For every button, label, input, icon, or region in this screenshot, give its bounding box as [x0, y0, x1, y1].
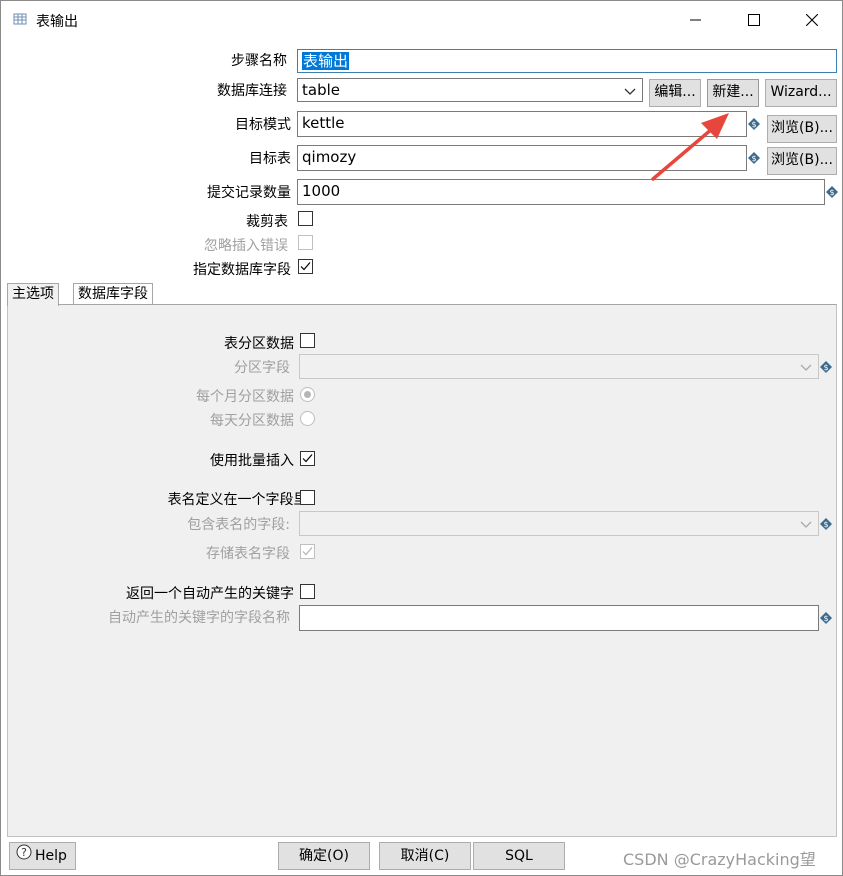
- maximize-button[interactable]: [725, 1, 783, 39]
- target-table-input[interactable]: qimozy: [297, 145, 747, 171]
- checkmark-icon: [302, 547, 313, 556]
- minimize-button[interactable]: [667, 1, 725, 39]
- svg-text:?: ?: [21, 846, 27, 859]
- step-name-input[interactable]: 表输出: [297, 49, 837, 73]
- window-title: 表输出: [36, 14, 78, 30]
- browse-table-button[interactable]: 浏览(B)...: [767, 147, 837, 175]
- connection-label: 数据库连接: [217, 83, 287, 99]
- connection-value: table: [302, 81, 340, 99]
- target-schema-value: kettle: [302, 114, 345, 132]
- svg-text:$: $: [823, 614, 828, 623]
- truncate-checkbox[interactable]: [298, 211, 313, 226]
- key-field-name-label: 自动产生的关键字的字段名称: [108, 610, 290, 626]
- return-key-label: 返回一个自动产生的关键字: [126, 586, 294, 602]
- tab-main-options-label: 主选项: [12, 286, 54, 302]
- connection-select[interactable]: table: [297, 78, 643, 102]
- variable-icon[interactable]: $: [820, 361, 832, 373]
- target-table-value: qimozy: [302, 148, 357, 166]
- return-key-checkbox[interactable]: [300, 584, 315, 599]
- checkmark-icon: [302, 454, 313, 463]
- partition-field-select[interactable]: [299, 354, 819, 379]
- svg-text:$: $: [829, 188, 834, 197]
- truncate-label: 裁剪表: [246, 214, 288, 230]
- store-table-name-label: 存储表名字段: [206, 546, 290, 562]
- ok-button[interactable]: 确定(O): [278, 842, 370, 870]
- variable-icon[interactable]: $: [826, 186, 838, 198]
- minimize-icon: [690, 19, 701, 21]
- variable-icon[interactable]: $: [748, 152, 760, 164]
- new-connection-button[interactable]: 新建...: [707, 79, 759, 107]
- step-name-label: 步骤名称: [231, 53, 287, 69]
- key-field-name-input[interactable]: [299, 605, 819, 631]
- chevron-down-icon[interactable]: [622, 83, 638, 99]
- store-table-name-checkbox[interactable]: [300, 544, 315, 559]
- table-in-field-label: 表名定义在一个字段里?: [167, 492, 315, 508]
- batch-insert-label: 使用批量插入: [210, 453, 294, 469]
- partition-monthly-label: 每个月分区数据: [196, 389, 294, 405]
- close-button[interactable]: [783, 1, 841, 39]
- target-table-label: 目标表: [249, 151, 291, 167]
- table-name-field-label: 包含表名的字段:: [187, 517, 290, 533]
- maximize-icon: [748, 14, 760, 26]
- chevron-down-icon[interactable]: [798, 359, 814, 375]
- help-button[interactable]: ? Help: [9, 842, 76, 870]
- partition-daily-label: 每天分区数据: [210, 413, 294, 429]
- main-options-panel: [7, 304, 837, 837]
- partition-label: 表分区数据: [224, 336, 294, 352]
- table-output-icon: [13, 12, 27, 26]
- target-schema-label: 目标模式: [235, 117, 291, 133]
- commit-size-input[interactable]: 1000: [297, 179, 825, 205]
- close-icon: [806, 14, 818, 26]
- partition-daily-radio[interactable]: [300, 411, 315, 426]
- edit-connection-button[interactable]: 编辑...: [649, 79, 701, 107]
- table-name-field-select[interactable]: [299, 511, 819, 536]
- sql-button[interactable]: SQL: [473, 842, 565, 870]
- help-label: Help: [35, 848, 67, 864]
- chevron-down-icon[interactable]: [798, 516, 814, 532]
- variable-icon[interactable]: $: [820, 518, 832, 530]
- ignore-errors-label: 忽略插入错误: [204, 238, 288, 254]
- batch-insert-checkbox[interactable]: [300, 451, 315, 466]
- cancel-button[interactable]: 取消(C): [379, 842, 471, 870]
- specify-fields-label: 指定数据库字段: [193, 262, 291, 278]
- title-bar: 表输出: [1, 1, 842, 39]
- tab-database-fields[interactable]: 数据库字段: [73, 283, 153, 305]
- ignore-errors-checkbox[interactable]: [298, 235, 313, 250]
- checkmark-icon: [300, 262, 311, 271]
- target-schema-input[interactable]: kettle: [297, 111, 747, 137]
- specify-fields-checkbox[interactable]: [298, 259, 313, 274]
- svg-text:$: $: [823, 363, 828, 372]
- svg-text:$: $: [823, 520, 828, 529]
- svg-text:$: $: [751, 154, 756, 163]
- commit-size-label: 提交记录数量: [207, 185, 291, 201]
- tab-main-options[interactable]: 主选项: [7, 283, 59, 306]
- partition-monthly-radio[interactable]: [300, 387, 315, 402]
- help-icon: ?: [16, 843, 32, 869]
- table-in-field-checkbox[interactable]: [300, 490, 315, 505]
- step-name-value: 表输出: [302, 52, 350, 70]
- watermark-text: CSDN @CrazyHacking望: [623, 850, 816, 869]
- partition-field-label: 分区字段: [234, 360, 290, 376]
- svg-text:$: $: [751, 120, 756, 129]
- wizard-button[interactable]: Wizard...: [765, 79, 837, 107]
- partition-checkbox[interactable]: [300, 333, 315, 348]
- table-output-dialog: 表输出 步骤名称 表输出 数据库连接 table 编辑... 新建... Wiz…: [0, 0, 843, 876]
- tab-database-fields-label: 数据库字段: [78, 286, 148, 302]
- browse-schema-button[interactable]: 浏览(B)...: [767, 115, 837, 143]
- variable-icon[interactable]: $: [820, 612, 832, 624]
- variable-icon[interactable]: $: [748, 118, 760, 130]
- commit-size-value: 1000: [302, 182, 341, 200]
